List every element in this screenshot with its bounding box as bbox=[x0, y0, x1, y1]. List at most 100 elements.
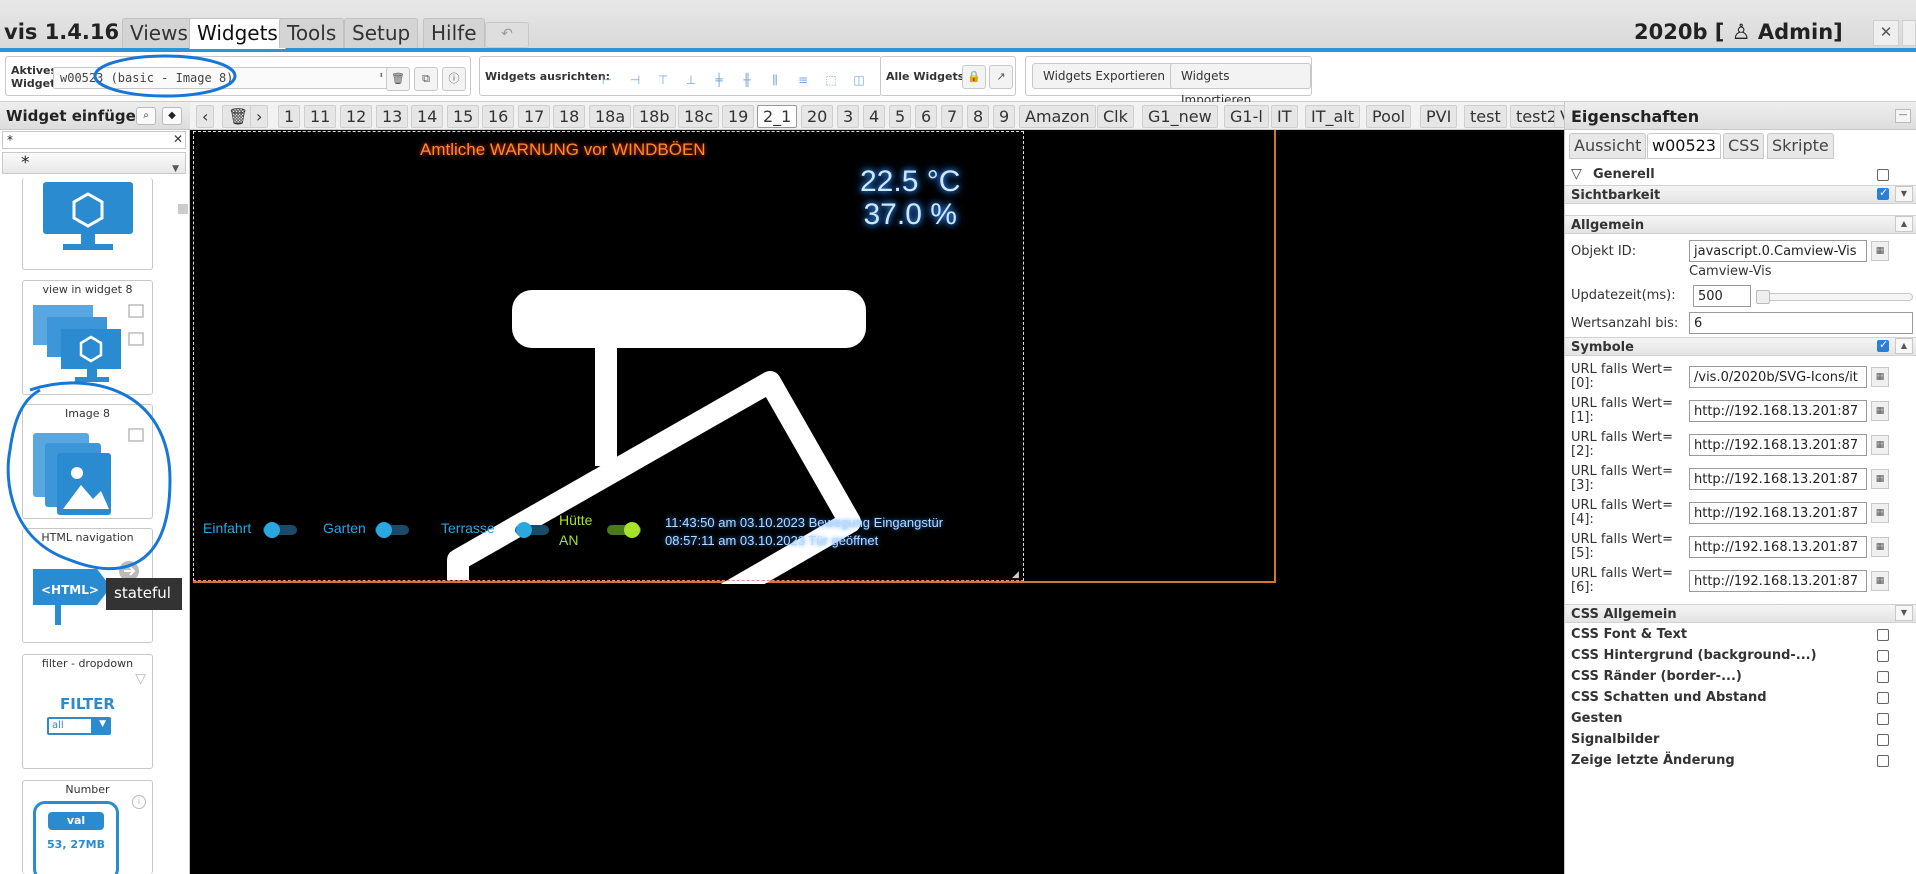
css-section-checkbox-2[interactable] bbox=[1877, 671, 1889, 683]
tab-view-13[interactable]: 13 bbox=[376, 105, 409, 128]
tab-view-6[interactable]: 6 bbox=[915, 105, 938, 128]
widget-card-number[interactable]: Number val 53, 27MB i bbox=[22, 780, 153, 874]
tab-view-11[interactable]: 11 bbox=[304, 105, 337, 128]
tab-tools[interactable]: Tools bbox=[279, 18, 345, 48]
palette-filter-input[interactable]: * bbox=[2, 131, 186, 149]
tab-widgets[interactable]: Widgets bbox=[189, 18, 286, 49]
symbole-checkbox[interactable] bbox=[1877, 338, 1889, 352]
tab-view-17[interactable]: 17 bbox=[518, 105, 551, 128]
info-icon[interactable]: ⓘ bbox=[442, 67, 466, 91]
tab-view-9[interactable]: 9 bbox=[993, 105, 1016, 128]
chevron-down-icon[interactable]: ▼ bbox=[1895, 605, 1913, 621]
url-select-button-0[interactable]: ▦ bbox=[1871, 367, 1889, 387]
tab-view-8[interactable]: 8 bbox=[967, 105, 990, 128]
tab-view-pvi[interactable]: PVI bbox=[1420, 105, 1458, 128]
url-input-0[interactable]: /vis.0/2020b/SVG-Icons/it bbox=[1689, 366, 1867, 388]
tab-w00523[interactable]: w00523 bbox=[1647, 133, 1721, 159]
sichtbarkeit-checkbox[interactable] bbox=[1877, 186, 1889, 200]
import-widgets-button[interactable]: Widgets Importieren bbox=[1170, 63, 1311, 107]
widget-card-view[interactable] bbox=[22, 178, 153, 270]
tab-aussicht[interactable]: Aussicht bbox=[1569, 133, 1647, 159]
external-link-icon[interactable]: ↗ bbox=[989, 65, 1013, 89]
url-select-button-3[interactable]: ▦ bbox=[1871, 469, 1889, 489]
tab-view-20[interactable]: 20 bbox=[801, 105, 834, 128]
clear-filter-icon[interactable]: ✕ bbox=[173, 132, 183, 146]
css-section-checkbox-3[interactable] bbox=[1877, 692, 1889, 704]
tab-view-clk[interactable]: Clk bbox=[1097, 105, 1134, 128]
wertsanzahl-input[interactable]: 6 bbox=[1689, 312, 1913, 334]
url-select-button-1[interactable]: ▦ bbox=[1871, 401, 1889, 421]
align-right-icon[interactable]: ⊣ bbox=[626, 71, 644, 89]
same-height-icon[interactable]: ◫ bbox=[850, 71, 868, 89]
align-center-h-icon[interactable]: ╪ bbox=[710, 71, 728, 89]
url-input-6[interactable]: http://192.168.13.201:87 bbox=[1689, 570, 1867, 592]
tab-view-g1-l[interactable]: G1-l bbox=[1224, 105, 1269, 128]
align-center-v-icon[interactable]: ╫ bbox=[738, 71, 756, 89]
tab-view-18c[interactable]: 18c bbox=[678, 105, 720, 128]
chevron-down-icon[interactable]: ▼ bbox=[1895, 186, 1913, 202]
widget-set-select[interactable]: * ▼ bbox=[2, 152, 186, 174]
tab-skripte[interactable]: Skripte bbox=[1767, 133, 1834, 159]
url-select-button-4[interactable]: ▦ bbox=[1871, 503, 1889, 523]
tab-view-it[interactable]: IT bbox=[1271, 105, 1298, 128]
tab-view-v[interactable]: V bbox=[1554, 105, 1564, 128]
distribute-v-icon[interactable]: ≡ bbox=[794, 71, 812, 89]
tab-view-16[interactable]: 16 bbox=[482, 105, 515, 128]
tab-view-amazon[interactable]: Amazon bbox=[1019, 105, 1096, 128]
tab-hilfe[interactable]: Hilfe bbox=[423, 18, 485, 48]
tab-view-4[interactable]: 4 bbox=[863, 105, 886, 128]
palette-scroll-thumb[interactable] bbox=[178, 204, 188, 214]
resize-handle-icon[interactable]: ◢ bbox=[1012, 570, 1019, 580]
tab-view-g1-new[interactable]: G1_new bbox=[1142, 105, 1218, 128]
toggle-garten[interactable] bbox=[375, 522, 411, 538]
select-object-button[interactable]: ▦ bbox=[1871, 241, 1889, 261]
chevron-up-icon[interactable]: ▲ bbox=[1895, 216, 1913, 232]
url-input-5[interactable]: http://192.168.13.201:87 bbox=[1689, 536, 1867, 558]
css-section-checkbox-0[interactable] bbox=[1877, 629, 1889, 641]
tab-view-pool[interactable]: Pool bbox=[1366, 105, 1412, 128]
updatezeit-input[interactable]: 500 bbox=[1693, 285, 1751, 307]
updatezeit-slider-thumb[interactable] bbox=[1756, 290, 1770, 304]
export-widgets-button[interactable]: Widgets Exportieren bbox=[1032, 63, 1176, 89]
tab-view-7[interactable]: 7 bbox=[941, 105, 964, 128]
chevron-up-icon[interactable]: ▲ bbox=[1895, 338, 1913, 354]
url-select-button-2[interactable]: ▦ bbox=[1871, 435, 1889, 455]
undo-button[interactable]: ↶ bbox=[485, 22, 529, 48]
css-section-checkbox-1[interactable] bbox=[1877, 650, 1889, 662]
generell-checkbox[interactable] bbox=[1877, 169, 1889, 181]
tab-views[interactable]: Views bbox=[122, 18, 196, 48]
tab-view-2-1[interactable]: 2_1 bbox=[757, 105, 798, 128]
css-section-checkbox-5[interactable] bbox=[1877, 734, 1889, 746]
tab-view-it-alt[interactable]: IT_alt bbox=[1305, 105, 1361, 128]
widget-card-filter-dropdown[interactable]: filter - dropdown FILTER all ▼ ▽ bbox=[22, 654, 153, 769]
align-bottom-icon[interactable]: ⊥ bbox=[682, 71, 700, 89]
same-width-icon[interactable]: ⬚ bbox=[822, 71, 840, 89]
delete-icon[interactable]: 🗑 bbox=[386, 67, 410, 91]
tab-view-12[interactable]: 12 bbox=[340, 105, 373, 128]
align-top-icon[interactable]: ⊤ bbox=[654, 71, 672, 89]
tab-view-1[interactable]: 1 bbox=[278, 105, 301, 128]
lock-icon[interactable]: 🔒 bbox=[962, 65, 986, 89]
tab-view-19[interactable]: 19 bbox=[722, 105, 755, 128]
toggle-terrasse[interactable] bbox=[515, 522, 551, 538]
tab-view-test[interactable]: test bbox=[1464, 105, 1507, 128]
view-scroll-left-button[interactable]: ‹ bbox=[196, 105, 215, 128]
tab-view-18[interactable]: 18 bbox=[553, 105, 586, 128]
toggle-huette[interactable] bbox=[607, 522, 643, 538]
url-input-1[interactable]: http://192.168.13.201:87 bbox=[1689, 400, 1867, 422]
tag-icon[interactable]: ◆ bbox=[162, 107, 182, 125]
tab-view-18a[interactable]: 18a bbox=[589, 105, 632, 128]
tab-view-5[interactable]: 5 bbox=[889, 105, 912, 128]
updatezeit-slider[interactable] bbox=[1756, 290, 1913, 304]
search-icon[interactable]: ⌕ bbox=[136, 107, 156, 125]
tab-view-18b[interactable]: 18b bbox=[633, 105, 676, 128]
view-scroll-right-button[interactable]: › bbox=[250, 105, 269, 128]
url-select-button-6[interactable]: ▦ bbox=[1871, 571, 1889, 591]
tab-view-15[interactable]: 15 bbox=[447, 105, 480, 128]
distribute-h-icon[interactable]: ⫼ bbox=[766, 71, 784, 89]
minimize-icon[interactable]: — bbox=[1895, 109, 1911, 123]
url-input-2[interactable]: http://192.168.13.201:87 bbox=[1689, 434, 1867, 456]
css-section-checkbox-4[interactable] bbox=[1877, 713, 1889, 725]
css-section-checkbox-6[interactable] bbox=[1877, 755, 1889, 767]
objekt-id-input[interactable]: javascript.0.Camview-Vis bbox=[1689, 240, 1867, 262]
